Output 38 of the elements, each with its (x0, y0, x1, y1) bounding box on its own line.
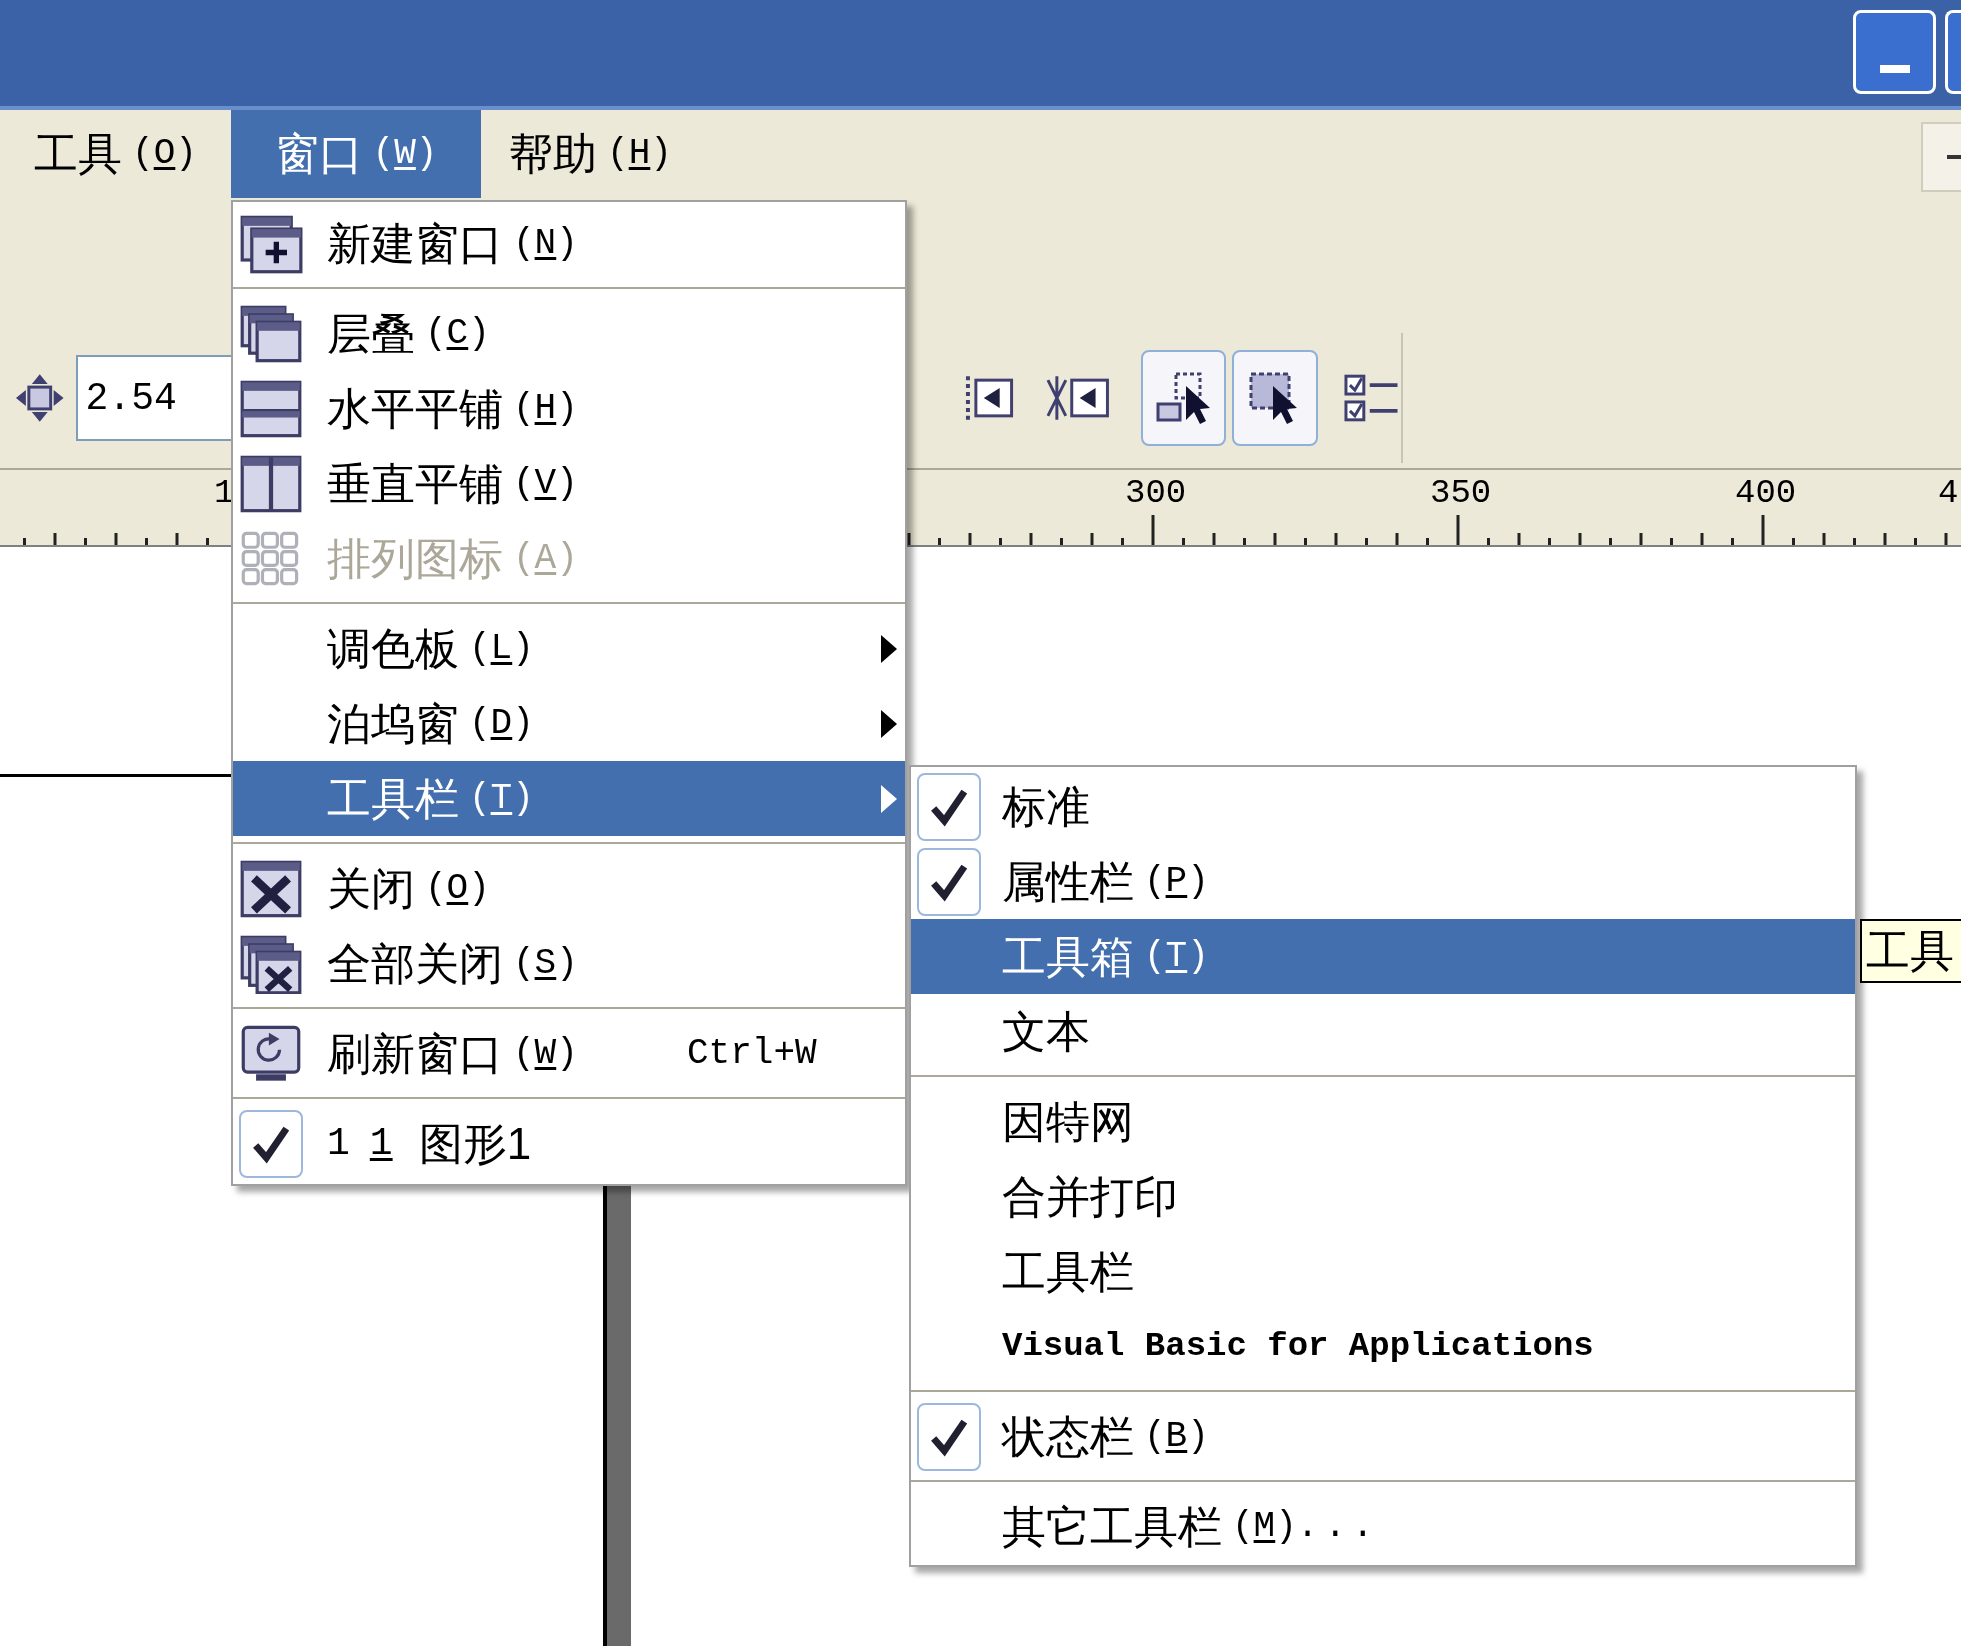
menu-item[interactable]: 工具箱 (T) (911, 919, 1855, 994)
new-window-icon (239, 213, 303, 274)
menu-item[interactable]: Visual Basic for Applications (911, 1309, 1855, 1384)
cascade-windows-icon (239, 303, 303, 364)
menu-item[interactable]: 标准 (911, 769, 1855, 844)
maximize-button[interactable] (1945, 10, 1961, 94)
menu-bar-item[interactable]: 工具 (O) (0, 110, 231, 198)
horizontal-tile-icon (239, 378, 303, 439)
select-tool-button[interactable] (1232, 350, 1318, 446)
ruler-label: 1 (214, 476, 235, 510)
menu-item[interactable]: 状态栏 (B) (911, 1399, 1855, 1474)
menu-item[interactable]: 属性栏 (P) (911, 844, 1855, 919)
close-all-icon (239, 933, 303, 994)
menu-item[interactable]: 垂直平铺 (V) (233, 446, 905, 521)
menu-item[interactable]: 新建窗口 (N) (233, 206, 905, 281)
menu-item[interactable]: 文本 (911, 994, 1855, 1069)
menu-item[interactable]: 其它工具栏 (M)... (911, 1489, 1855, 1564)
menu-item[interactable]: 工具栏 (911, 1234, 1855, 1309)
menu-item[interactable]: 合并打印 (911, 1159, 1855, 1234)
ruler-label: 4 (1938, 476, 1959, 510)
menu-item[interactable]: 泊坞窗 (D) (233, 686, 905, 761)
select-tool-button[interactable] (1140, 350, 1227, 446)
monitor-refresh-icon (239, 1023, 303, 1084)
menu-item[interactable]: 调色板 (L) (233, 611, 905, 686)
vertical-tile-icon (239, 453, 303, 514)
ruler-label: 350 (1430, 476, 1492, 510)
menu-item[interactable]: 1 1 图形1 (233, 1106, 905, 1181)
close-window-icon (239, 858, 303, 919)
tooltip: 工具 (1860, 919, 1961, 983)
menu-item[interactable]: 全部关闭 (S) (233, 926, 905, 1001)
ruler-label: 400 (1735, 476, 1797, 510)
menu-bar-item[interactable]: 窗口 (W) (231, 110, 481, 198)
menu-item[interactable]: 因特网 (911, 1084, 1855, 1159)
menu-bar-item[interactable]: 帮助 (H) (481, 110, 700, 198)
menu-item[interactable]: 工具栏 (T) (233, 761, 905, 836)
menu-item[interactable]: 刷新窗口 (W) Ctrl+W (233, 1016, 905, 1091)
ruler-label: 300 (1125, 476, 1187, 510)
menu-item[interactable]: 关闭 (O) (233, 851, 905, 926)
